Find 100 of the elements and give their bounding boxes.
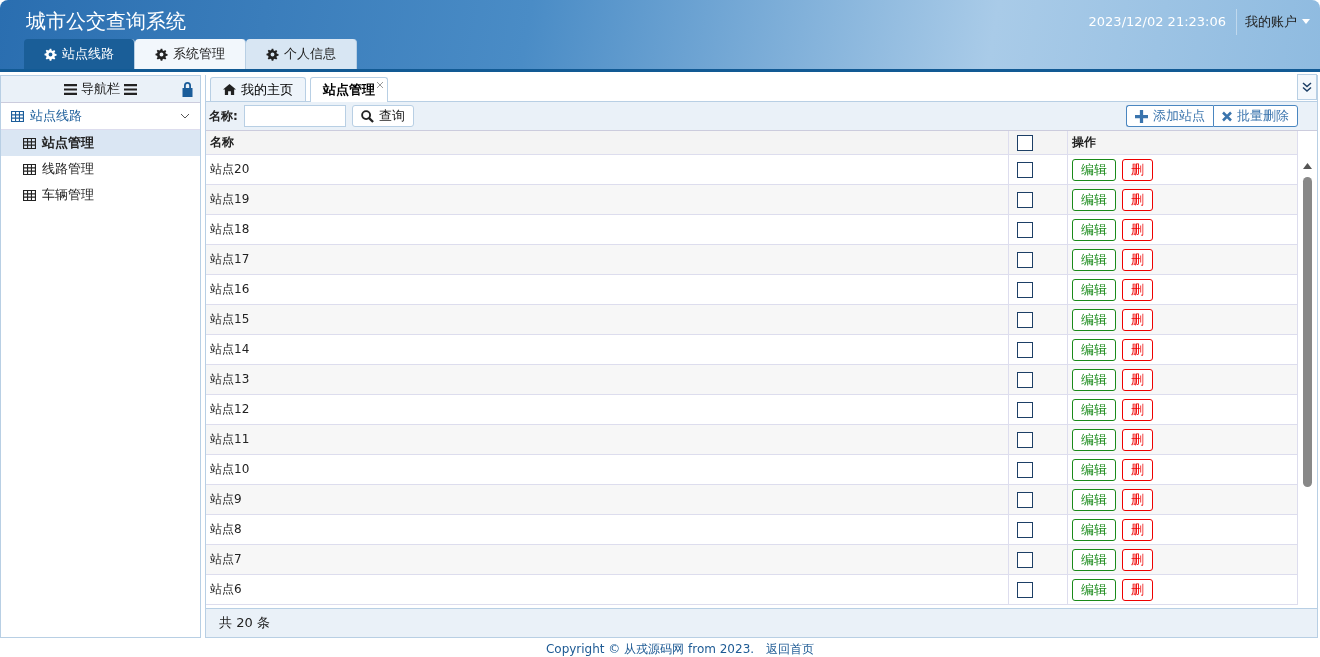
batch-delete-button[interactable]: 批量删除 [1213,105,1298,127]
row-checkbox[interactable] [1017,431,1033,448]
page-tab[interactable]: 站点管理 [310,77,388,102]
row-checkbox[interactable] [1017,311,1033,328]
edit-button[interactable]: 编辑 [1072,398,1116,421]
delete-button[interactable]: 删 [1122,398,1153,421]
gear-icon [44,47,57,61]
menu-item[interactable]: 线路管理 [1,156,200,182]
edit-button[interactable]: 编辑 [1072,158,1116,181]
delete-button[interactable]: 删 [1122,158,1153,181]
gear-icon [155,47,168,61]
table-cell: 站点17 [206,245,1009,274]
home-link[interactable]: 返回首页 [766,641,815,657]
row-checkbox[interactable] [1017,281,1033,298]
edit-button[interactable]: 编辑 [1072,458,1116,481]
double-chevron-icon [1302,82,1312,92]
table-cell: 站点14 [206,335,1009,364]
delete-button[interactable]: 删 [1122,518,1153,541]
edit-button[interactable]: 编辑 [1072,218,1116,241]
edit-button[interactable]: 编辑 [1072,548,1116,571]
collapse-button[interactable] [1297,74,1317,100]
edit-button[interactable]: 编辑 [1072,188,1116,211]
table-cell: 站点18 [206,215,1009,244]
edit-button[interactable]: 编辑 [1072,338,1116,361]
total-count: 共 20 条 [219,614,270,632]
row-checkbox[interactable] [1017,191,1033,208]
row-checkbox[interactable] [1017,581,1033,598]
row-checkbox[interactable] [1017,461,1033,478]
select-all-checkbox[interactable] [1017,134,1033,151]
search-button[interactable]: 查询 [351,105,414,127]
delete-button[interactable]: 删 [1122,368,1153,391]
home-icon [223,83,236,96]
table-cell: 站点9 [206,485,1009,514]
delete-button[interactable]: 删 [1122,578,1153,601]
table-cell: 站点11 [206,425,1009,454]
table-cell: 站点6 [206,575,1009,604]
account-menu[interactable]: 我的账户 [1245,10,1310,33]
name-input[interactable] [243,105,346,127]
nav-tab[interactable]: 个人信息 [246,39,357,69]
table-cell: 站点15 [206,305,1009,334]
row-checkbox[interactable] [1017,341,1033,358]
row-checkbox[interactable] [1017,371,1033,388]
delete-button[interactable]: 删 [1122,428,1153,451]
row-checkbox[interactable] [1017,161,1033,178]
copyright-text: Copyright © 从戎源码网 from 2023. [545,641,755,657]
menu-icon [124,82,137,96]
page-tab[interactable]: 我的主页 [210,77,306,101]
close-icon[interactable] [376,81,384,89]
scroll-up-icon[interactable] [1303,163,1312,169]
edit-button[interactable]: 编辑 [1072,488,1116,511]
menu-item[interactable]: 车辆管理 [1,182,200,208]
row-checkbox[interactable] [1017,251,1033,268]
column-header: 名称 [206,131,1009,154]
delete-button[interactable]: 删 [1122,278,1153,301]
menu-item[interactable]: 站点管理 [1,130,200,156]
delete-button[interactable]: 删 [1122,218,1153,241]
table-cell: 站点12 [206,395,1009,424]
row-checkbox[interactable] [1017,551,1033,568]
edit-button[interactable]: 编辑 [1072,248,1116,271]
table-icon [11,109,24,123]
row-checkbox[interactable] [1017,401,1033,418]
delete-button[interactable]: 删 [1122,248,1153,271]
plus-icon [1135,109,1148,123]
nav-tab[interactable]: 站点线路 [24,39,135,69]
edit-button[interactable]: 编辑 [1072,278,1116,301]
edit-button[interactable]: 编辑 [1072,518,1116,541]
delete-button[interactable]: 删 [1122,548,1153,571]
edit-button[interactable]: 编辑 [1072,368,1116,391]
table-cell: 站点19 [206,185,1009,214]
row-checkbox[interactable] [1017,491,1033,508]
app-title: 城市公交查询系统 [26,8,187,35]
table-cell: 站点7 [206,545,1009,574]
row-checkbox[interactable] [1017,521,1033,538]
gear-icon [266,47,279,61]
delete-button[interactable]: 删 [1122,458,1153,481]
table-cell: 站点13 [206,365,1009,394]
delete-button[interactable]: 删 [1122,308,1153,331]
delete-button[interactable]: 删 [1122,488,1153,511]
table-icon [23,162,36,176]
lock-icon[interactable] [181,81,194,97]
table-cell: 站点10 [206,455,1009,484]
edit-button[interactable]: 编辑 [1072,578,1116,601]
delete-button[interactable]: 删 [1122,188,1153,211]
add-button[interactable]: 添加站点 [1126,105,1213,127]
delete-button[interactable]: 删 [1122,338,1153,361]
edit-button[interactable]: 编辑 [1072,308,1116,331]
nav-tab[interactable]: 系统管理 [135,39,246,69]
table-cell: 站点20 [206,155,1009,184]
sidebar-title: 导航栏 [81,80,120,98]
datetime: 2023/12/02 21:23:06 [1088,8,1237,35]
table-icon [23,188,36,202]
table-cell: 站点8 [206,515,1009,544]
table-icon [23,136,36,150]
search-icon [360,109,374,123]
caret-icon [1302,19,1310,24]
edit-button[interactable]: 编辑 [1072,428,1116,451]
table-cell: 站点16 [206,275,1009,304]
row-checkbox[interactable] [1017,221,1033,238]
menu-icon [64,82,77,96]
search-label: 名称: [209,107,238,125]
